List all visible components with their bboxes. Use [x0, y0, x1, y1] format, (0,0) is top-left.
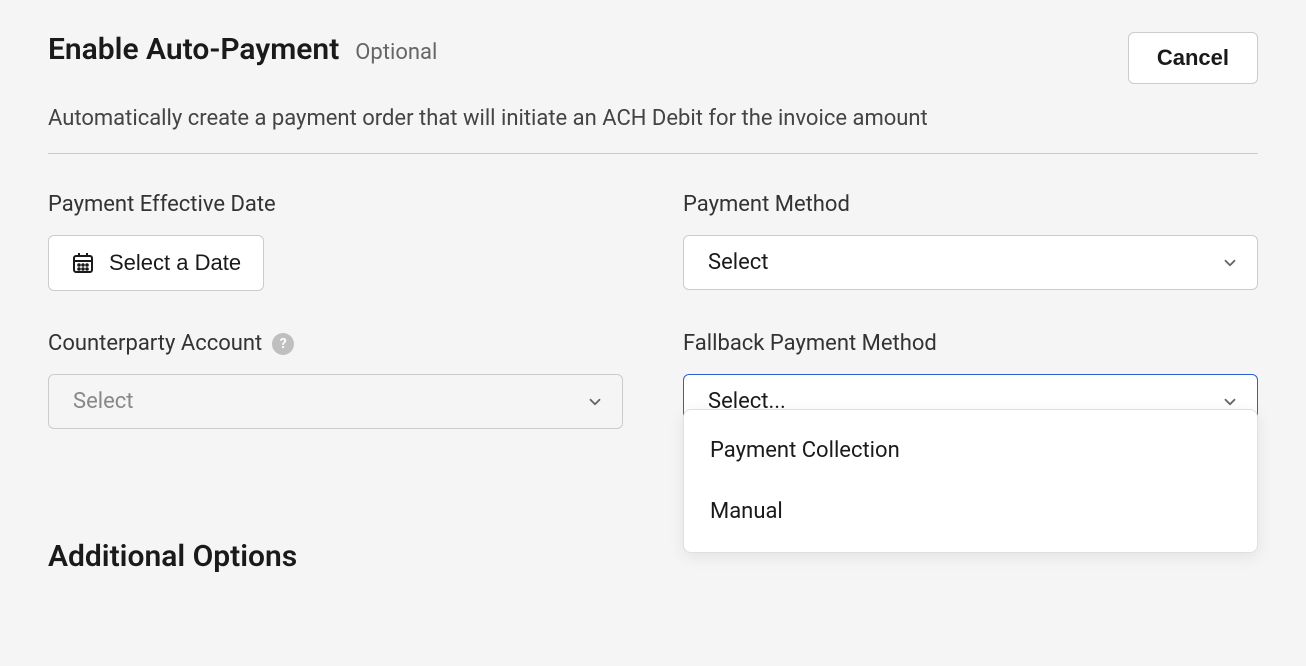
field-payment-effective-date: Payment Effective Date Select a Date: [48, 192, 623, 291]
dropdown-option-payment-collection[interactable]: Payment Collection: [684, 420, 1257, 481]
header-row: Enable Auto-Payment Optional Cancel: [48, 32, 1258, 84]
fallback-dropdown-menu: Payment Collection Manual: [683, 409, 1258, 553]
payment-method-select[interactable]: Select: [683, 235, 1258, 290]
chevron-down-icon: [1221, 254, 1239, 272]
chevron-down-icon: [586, 393, 604, 411]
optional-tag: Optional: [355, 40, 437, 65]
select-date-label: Select a Date: [109, 250, 241, 276]
form-grid: Payment Effective Date Select a Date: [48, 192, 1258, 429]
help-icon[interactable]: ?: [272, 333, 294, 355]
calendar-icon: [71, 251, 95, 275]
label-counterparty-account-text: Counterparty Account: [48, 331, 262, 356]
counterparty-account-placeholder: Select: [73, 389, 133, 414]
field-counterparty-account: Counterparty Account ? Select: [48, 331, 623, 429]
payment-method-value: Select: [708, 250, 768, 275]
dropdown-option-manual[interactable]: Manual: [684, 481, 1257, 542]
field-fallback-payment-method: Fallback Payment Method Select... Paymen…: [683, 331, 1258, 429]
label-fallback-payment-method: Fallback Payment Method: [683, 331, 1258, 356]
label-counterparty-account: Counterparty Account ?: [48, 331, 623, 356]
chevron-down-icon: [1221, 393, 1239, 411]
label-payment-effective-date: Payment Effective Date: [48, 192, 623, 217]
label-payment-method: Payment Method: [683, 192, 1258, 217]
title-group: Enable Auto-Payment Optional: [48, 32, 437, 67]
page-title: Enable Auto-Payment: [48, 32, 339, 67]
description-text: Automatically create a payment order tha…: [48, 106, 1258, 154]
cancel-button[interactable]: Cancel: [1128, 32, 1258, 84]
select-date-button[interactable]: Select a Date: [48, 235, 264, 291]
field-payment-method: Payment Method Select: [683, 192, 1258, 291]
counterparty-account-select[interactable]: Select: [48, 374, 623, 429]
